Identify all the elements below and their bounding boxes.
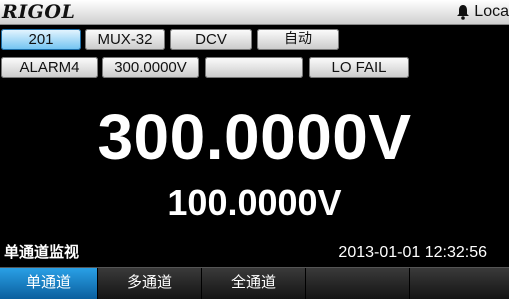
status-text: Loca [474, 3, 509, 20]
secondary-reading: 100.0000V [167, 182, 342, 223]
softkey-all-channels[interactable]: 全通道 [202, 268, 306, 299]
limit-status-field: LO FAIL [309, 57, 409, 78]
range-field[interactable]: 自动 [257, 29, 339, 50]
brand-logo: RIGOL [2, 1, 76, 23]
alarm-field[interactable]: ALARM4 [1, 57, 98, 78]
function-field[interactable]: DCV [170, 29, 252, 50]
datetime: 2013-01-01 12:32:56 [338, 244, 487, 261]
softkey-multi-channel[interactable]: 多通道 [98, 268, 202, 299]
card-field[interactable]: MUX-32 [85, 29, 165, 50]
limit-value-field[interactable]: 300.0000V [102, 57, 199, 78]
softkey-4[interactable] [306, 268, 410, 299]
empty-field[interactable] [205, 57, 303, 78]
bell-icon [457, 4, 470, 20]
top-bar: RIGOL Loca [0, 0, 509, 25]
softkey-5[interactable] [410, 268, 509, 299]
softkey-bar: 单通道 多通道 全通道 [0, 267, 509, 299]
main-reading: 300.0000V [97, 101, 412, 173]
channel-field[interactable]: 201 [1, 29, 81, 50]
remote-local-indicator: Loca [456, 0, 509, 24]
mode-label: 单通道监视 [4, 243, 80, 261]
softkey-single-channel[interactable]: 单通道 [0, 268, 98, 299]
